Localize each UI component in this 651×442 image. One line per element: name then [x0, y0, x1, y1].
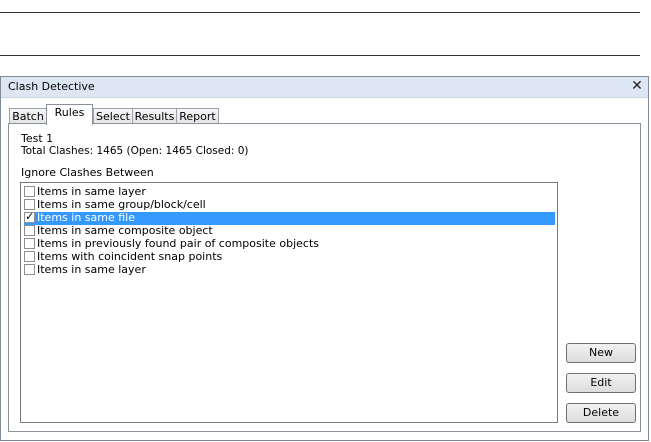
check-icon: ✓ [25, 210, 35, 223]
second-rule [0, 55, 640, 56]
tab-select[interactable]: Select [93, 108, 133, 124]
new-button[interactable]: New [566, 343, 636, 363]
tab-report[interactable]: Report [176, 108, 219, 124]
rule-label: Items in same file [37, 211, 135, 224]
window-title: Clash Detective [8, 80, 95, 93]
top-rule [0, 12, 640, 13]
checkbox[interactable] [24, 251, 35, 262]
edit-button[interactable]: Edit [566, 373, 636, 393]
delete-button[interactable]: Delete [566, 403, 636, 423]
checkbox[interactable] [24, 225, 35, 236]
rule-label: Items in same composite object [37, 224, 213, 237]
checkbox[interactable] [24, 238, 35, 249]
rules-panel: Test 1 Total Clashes: 1465 (Open: 1465 C… [8, 123, 641, 432]
checkbox[interactable] [24, 264, 35, 275]
ignore-clashes-label: Ignore Clashes Between [21, 166, 154, 179]
title-bar[interactable]: Clash Detective ✕ [1, 77, 648, 98]
rule-label: Items in same group/block/cell [37, 198, 206, 211]
close-icon[interactable]: ✕ [630, 78, 644, 94]
tab-batch[interactable]: Batch [9, 108, 47, 124]
rule-label: Items with coincident snap points [37, 250, 223, 263]
checkbox[interactable] [24, 199, 35, 210]
rule-label: Items in same layer [37, 263, 146, 276]
rule-label: Items in same layer [37, 185, 146, 198]
checkbox[interactable] [24, 186, 35, 197]
checkbox-checked[interactable]: ✓ [24, 210, 35, 223]
tab-rules[interactable]: Rules [46, 104, 93, 125]
tab-results[interactable]: Results [132, 108, 177, 124]
rule-label: Items in previously found pair of compos… [37, 237, 320, 250]
clash-summary: Total Clashes: 1465 (Open: 1465 Closed: … [21, 145, 249, 157]
clash-detective-window: Clash Detective ✕ Batch Rules Select Res… [0, 76, 649, 441]
test-name: Test 1 [21, 132, 54, 145]
ignore-rules-list[interactable]: Items in same layer Items in same group/… [20, 182, 558, 423]
rule-item[interactable]: Items in same layer [24, 264, 555, 277]
